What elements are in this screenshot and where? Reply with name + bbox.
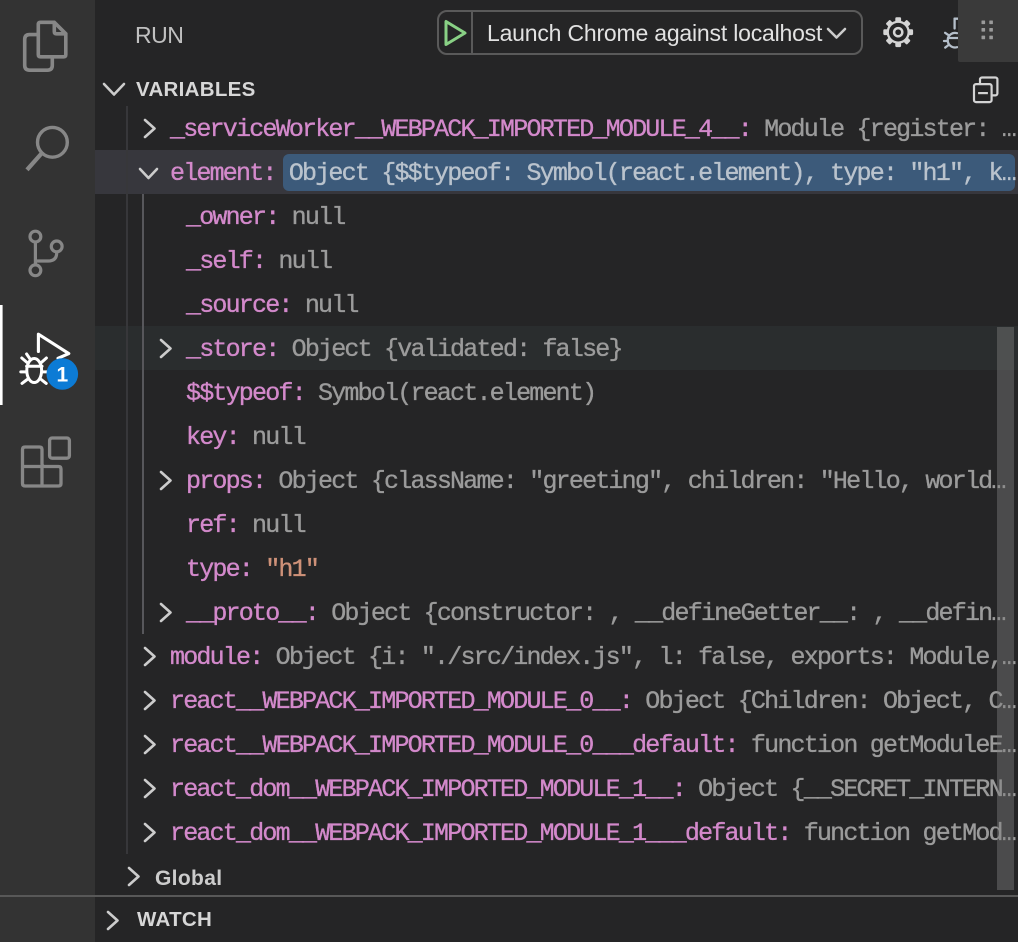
svg-text:1: 1 xyxy=(56,364,68,387)
